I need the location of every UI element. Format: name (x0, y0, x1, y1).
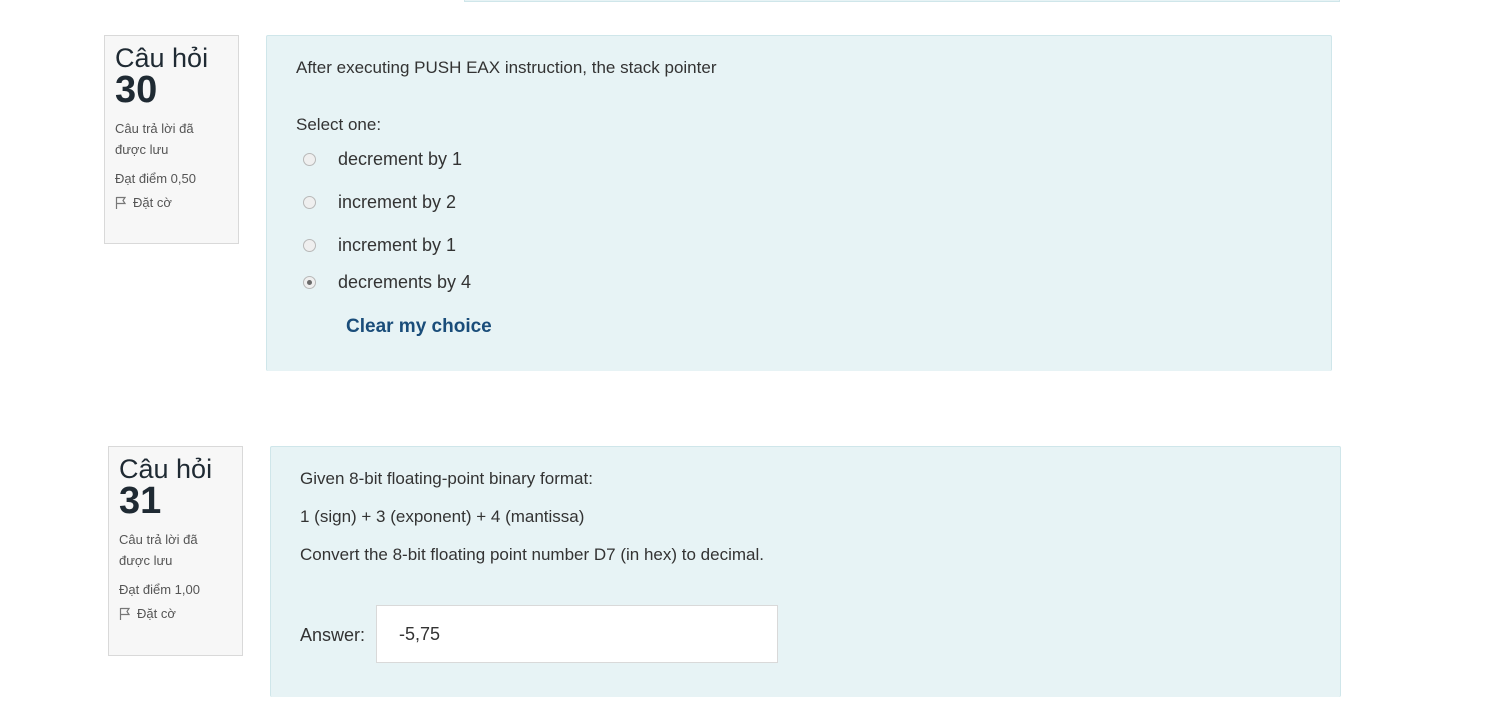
question-points: Đạt điểm 0,50 (115, 171, 196, 186)
question-content-31: Given 8-bit floating-point binary format… (270, 446, 1341, 697)
answer-option[interactable]: increment by 1 (303, 235, 456, 256)
answer-option[interactable]: decrements by 4 (303, 272, 471, 293)
option-label: increment by 2 (338, 192, 457, 212)
answer-option[interactable]: decrement by 1 (303, 149, 462, 170)
flag-question-button[interactable]: Đặt cờ (119, 606, 232, 621)
answer-label: Answer: (300, 625, 366, 645)
question-info-31: Câu hỏi 31 Câu trả lời đã được lưu Đạt đ… (108, 446, 243, 656)
quiz-page: Câu hỏi 30 Câu trả lời đã được lưu Đạt đ… (0, 0, 1508, 713)
flag-question-button[interactable]: Đặt cờ (115, 195, 228, 210)
question-label: Câu hỏi (119, 454, 213, 484)
previous-question-box (464, 0, 1340, 2)
question-info-30: Câu hỏi 30 Câu trả lời đã được lưu Đạt đ… (104, 35, 239, 244)
question-number: 30 (115, 69, 158, 111)
radio-button-selected[interactable] (303, 276, 316, 289)
question-label: Câu hỏi (115, 43, 209, 73)
radio-button[interactable] (303, 239, 316, 252)
radio-button[interactable] (303, 153, 316, 166)
question-number: 31 (119, 480, 162, 522)
option-label: increment by 1 (338, 235, 457, 255)
option-label: decrements by 4 (338, 272, 472, 292)
question-content-30: After executing PUSH EAX instruction, th… (266, 35, 1332, 371)
question-text-line: Given 8-bit floating-point binary format… (300, 469, 593, 488)
select-one-prompt: Select one: (296, 115, 382, 134)
question-text-line: 1 (sign) + 3 (exponent) + 4 (mantissa) (300, 507, 585, 526)
clear-choice-link[interactable]: Clear my choice (346, 316, 492, 338)
flag-icon (119, 607, 131, 621)
answer-input[interactable] (376, 605, 778, 663)
option-label: decrement by 1 (338, 149, 463, 169)
flag-label: Đặt cờ (137, 606, 176, 621)
radio-button[interactable] (303, 196, 316, 209)
flag-icon (115, 196, 127, 210)
question-text-line: Convert the 8-bit floating point number … (300, 545, 764, 564)
question-text: After executing PUSH EAX instruction, th… (296, 58, 717, 77)
answer-option[interactable]: increment by 2 (303, 192, 456, 213)
question-points: Đạt điểm 1,00 (119, 582, 200, 597)
question-status: Câu trả lời đã được lưu (115, 121, 194, 157)
flag-label: Đặt cờ (133, 195, 172, 210)
question-status: Câu trả lời đã được lưu (119, 532, 198, 568)
